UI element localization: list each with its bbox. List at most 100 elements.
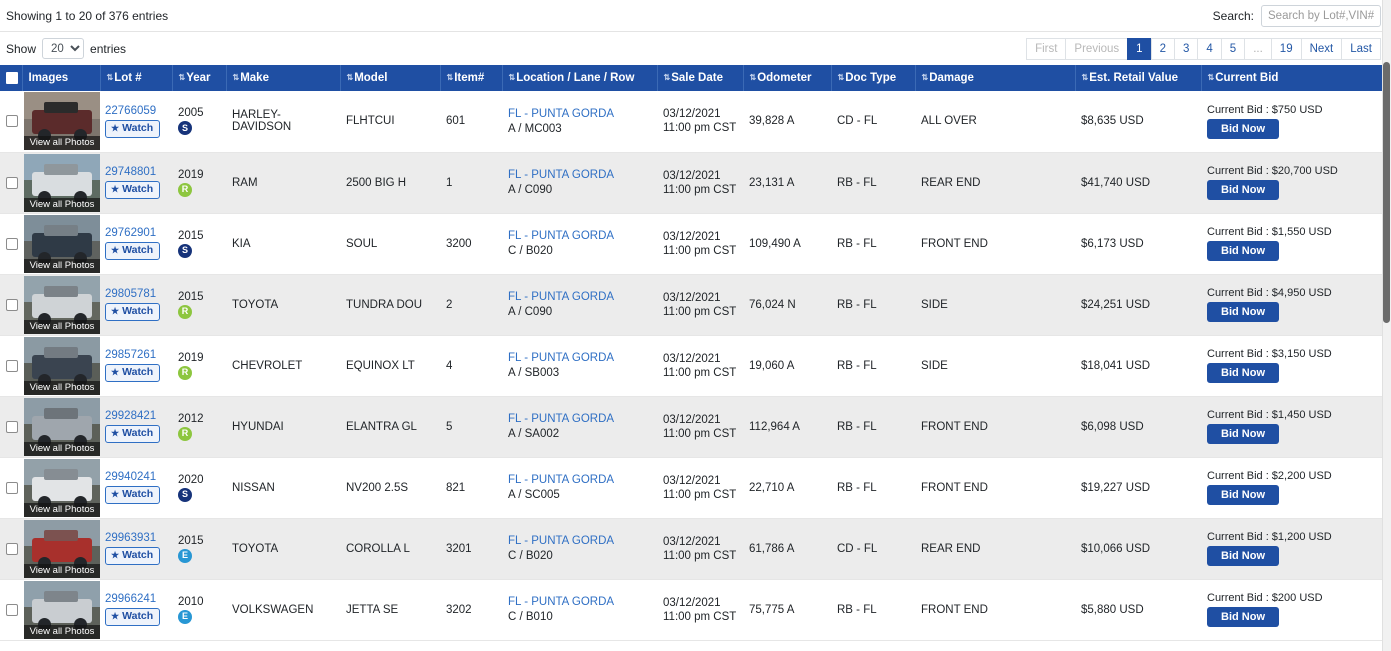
row-select-checkbox[interactable] (6, 603, 18, 616)
watch-button[interactable]: ★ Watch (105, 303, 161, 321)
view-all-photos-label[interactable]: View all Photos (24, 197, 100, 212)
lot-number-link[interactable]: 29966241 (105, 593, 166, 605)
row-select-checkbox[interactable] (6, 359, 18, 372)
vehicle-thumbnail[interactable]: View all Photos (24, 153, 100, 212)
location-link[interactable]: FL - PUNTA GORDA (508, 474, 651, 486)
bid-now-button[interactable]: Bid Now (1207, 241, 1279, 261)
row-select-checkbox[interactable] (6, 481, 18, 494)
bid-now-button[interactable]: Bid Now (1207, 118, 1279, 139)
view-all-photos-label[interactable]: View all Photos (24, 502, 100, 517)
location-link[interactable]: FL - PUNTA GORDA (508, 352, 651, 364)
view-all-photos-label[interactable]: View all Photos (24, 258, 100, 273)
location-link[interactable]: FL - PUNTA GORDA (508, 169, 651, 181)
lot-number-link[interactable]: 29928421 (105, 410, 166, 422)
th-sale-date[interactable]: ⇅ Sale Date (657, 65, 744, 91)
bid-now-button[interactable]: Bid Now (1207, 485, 1279, 505)
lot-number-link[interactable]: 29762901 (105, 227, 166, 239)
watch-button[interactable]: ★ Watch (105, 242, 161, 260)
view-all-photos-label[interactable]: View all Photos (24, 380, 100, 395)
sale-type-badge-r-icon: R (178, 304, 192, 319)
current-bid-value: Current Bid : $750 USD (1207, 103, 1323, 116)
bid-now-button[interactable]: Bid Now (1207, 302, 1279, 322)
pagination-page-19[interactable]: 19 (1270, 37, 1301, 60)
pagination-first[interactable]: First (1026, 37, 1066, 60)
th-year[interactable]: ⇅ Year (172, 65, 227, 91)
pagination-previous[interactable]: Previous (1065, 37, 1128, 60)
row-select-checkbox[interactable] (6, 176, 18, 189)
lot-number-link[interactable]: 22766059 (105, 105, 166, 117)
lot-number-link[interactable]: 29963931 (105, 532, 166, 544)
watch-button[interactable]: ★ Watch (105, 364, 161, 382)
th-make[interactable]: ⇅ Make (226, 65, 341, 91)
sort-icon: ⇅ (446, 72, 454, 82)
th-lot[interactable]: ⇅ Lot # (100, 65, 173, 91)
location-link[interactable]: FL - PUNTA GORDA (508, 535, 651, 547)
vehicle-thumbnail[interactable]: View all Photos (24, 92, 100, 151)
entries-per-page-select[interactable]: 20 (42, 38, 85, 59)
bid-now-button[interactable]: Bid Now (1207, 363, 1279, 383)
location-link[interactable]: FL - PUNTA GORDA (508, 291, 651, 303)
vehicle-thumbnail[interactable]: View all Photos (24, 397, 100, 456)
vehicle-thumbnail[interactable]: View all Photos (24, 519, 100, 578)
watch-button[interactable]: ★ Watch (105, 486, 161, 504)
select-all-checkbox[interactable] (6, 72, 18, 84)
pagination-page-1[interactable]: 1 (1127, 37, 1151, 60)
row-current-bid-cell: Current Bid : $1,450 USD Bid Now (1201, 396, 1383, 458)
pagination-page-5[interactable]: 5 (1220, 37, 1245, 60)
th-item[interactable]: ⇅ Item# (440, 65, 503, 91)
view-all-photos-label[interactable]: View all Photos (24, 624, 100, 639)
watch-button[interactable]: ★ Watch (105, 425, 161, 443)
search-input[interactable] (1261, 4, 1381, 27)
row-image-cell: View all Photos (22, 335, 100, 397)
view-all-photos-label[interactable]: View all Photos (24, 136, 100, 151)
lot-number-link[interactable]: 29857261 (105, 349, 166, 361)
bid-now-button[interactable]: Bid Now (1207, 180, 1279, 200)
row-select-checkbox[interactable] (6, 420, 18, 433)
vehicle-thumbnail[interactable]: View all Photos (24, 275, 100, 334)
location-link[interactable]: FL - PUNTA GORDA (508, 413, 651, 425)
lot-number-link[interactable]: 29940241 (105, 471, 166, 483)
th-select-all[interactable] (0, 65, 23, 91)
th-odometer[interactable]: ⇅ Odometer (743, 65, 832, 91)
location-link[interactable]: FL - PUNTA GORDA (508, 230, 651, 242)
watch-button[interactable]: ★ Watch (105, 547, 161, 565)
pagination-page-3[interactable]: 3 (1173, 37, 1198, 60)
bid-now-button[interactable]: Bid Now (1207, 546, 1279, 566)
lot-number-link[interactable]: 29748801 (105, 166, 166, 178)
watch-button[interactable]: ★ Watch (105, 181, 161, 199)
row-select-checkbox[interactable] (6, 115, 18, 128)
vehicle-thumbnail[interactable]: View all Photos (24, 580, 100, 639)
bid-now-button[interactable]: Bid Now (1207, 607, 1279, 627)
view-all-photos-label[interactable]: View all Photos (24, 319, 100, 334)
location-link[interactable]: FL - PUNTA GORDA (508, 596, 651, 608)
lot-number-link[interactable]: 29805781 (105, 288, 166, 300)
view-all-photos-label[interactable]: View all Photos (24, 441, 100, 456)
bid-now-button[interactable]: Bid Now (1207, 424, 1279, 444)
th-model[interactable]: ⇅ Model (340, 65, 441, 91)
th-doc-type[interactable]: ⇅ Doc Type (831, 65, 916, 91)
pagination-last[interactable]: Last (1341, 37, 1381, 60)
pagination-page-4[interactable]: 4 (1197, 37, 1221, 60)
row-location-cell: FL - PUNTA GORDA A / C090 (502, 274, 657, 336)
row-year-cell: 2012 R (172, 396, 226, 458)
vehicle-thumbnail[interactable]: View all Photos (24, 214, 100, 273)
row-select-checkbox[interactable] (6, 237, 18, 250)
th-damage[interactable]: ⇅ Damage (915, 65, 1076, 91)
location-link[interactable]: FL - PUNTA GORDA (508, 108, 651, 120)
vehicle-thumbnail[interactable]: View all Photos (24, 458, 100, 517)
th-location[interactable]: ⇅ Location / Lane / Row (502, 65, 658, 91)
row-lot-cell: 29762901 ★ Watch (100, 213, 172, 275)
th-est-retail-value[interactable]: ⇅ Est. Retail Value (1075, 65, 1202, 91)
watch-button[interactable]: ★ Watch (105, 119, 161, 138)
view-all-photos-label[interactable]: View all Photos (24, 563, 100, 578)
watch-button[interactable]: ★ Watch (105, 608, 161, 626)
pagination-page-2[interactable]: 2 (1150, 37, 1174, 60)
page-scrollbar-thumb[interactable] (1383, 62, 1390, 323)
row-select-checkbox[interactable] (6, 542, 18, 555)
th-current-bid[interactable]: ⇅ Current Bid (1201, 65, 1383, 91)
row-select-checkbox[interactable] (6, 298, 18, 311)
vehicle-thumbnail[interactable]: View all Photos (24, 336, 100, 395)
th-images[interactable]: Images (22, 65, 101, 91)
page-scrollbar-track[interactable] (1382, 0, 1391, 651)
pagination-next[interactable]: Next (1300, 37, 1342, 60)
